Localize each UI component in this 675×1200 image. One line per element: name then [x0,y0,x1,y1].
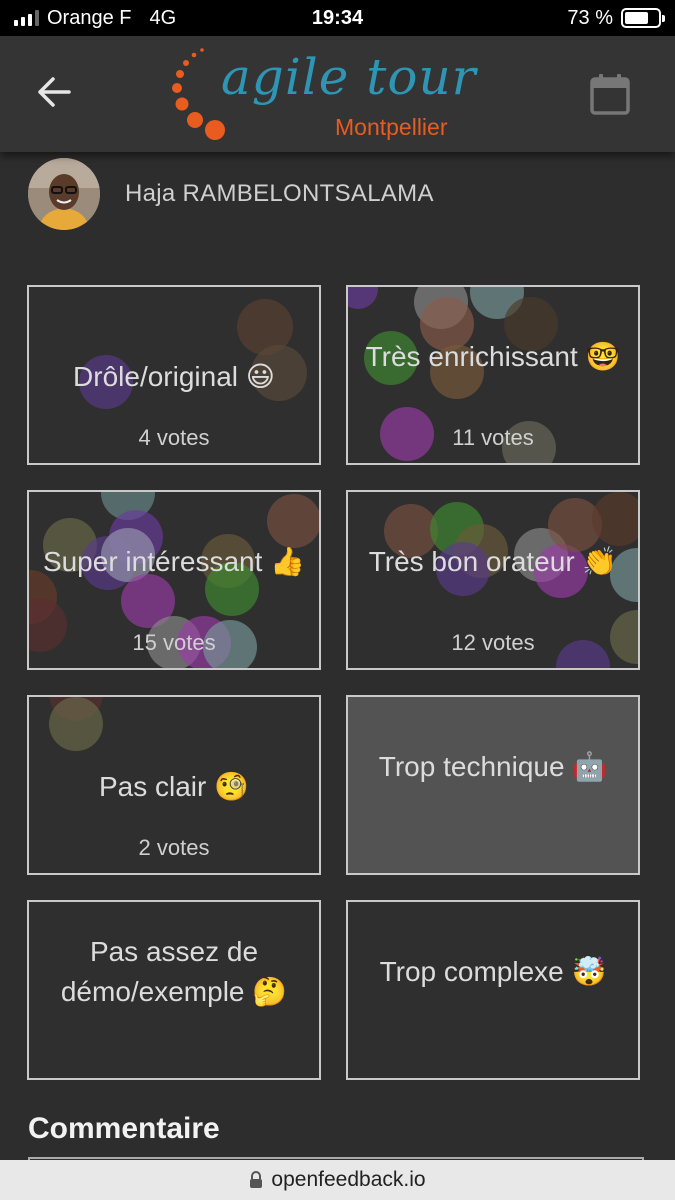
vote-label: Super intéressant 👍 [42,546,306,577]
vote-label: Drôle/original 😃 [73,361,275,392]
speaker-name: Haja RAMBELONTSALAMA [125,180,434,207]
vote-tile-drole-original[interactable]: Drôle/original 😃 4 votes [27,285,321,465]
logo-subtitle: Montpellier [335,114,448,140]
agile-tour-logo: agile tour Montpellier [165,44,477,144]
vote-tile-super-interessant[interactable]: Super intéressant 👍 15 votes [27,490,321,670]
comment-title: Commentaire [28,1112,220,1145]
status-bar: Orange F 4G 19:34 73 % [0,0,675,36]
vote-label: Très bon orateur 👏 [368,546,618,577]
battery-fill [625,12,649,24]
vote-count: 12 votes [451,630,535,655]
browser-url-bar[interactable]: openfeedback.io [0,1160,675,1200]
vote-tile-tres-enrichissant[interactable]: Très enrichissant 🤓 11 votes [346,285,640,465]
back-button[interactable] [30,70,78,114]
speaker-info: Haja RAMBELONTSALAMA [28,158,434,230]
network-type: 4G [149,6,177,29]
lock-icon [250,1171,263,1188]
arrow-left-icon [38,77,71,107]
vote-count: 4 votes [138,425,210,450]
vote-label: Pas clair 🧐 [98,771,249,802]
app-header: agile tour Montpellier [0,36,675,152]
battery-icon [621,8,665,28]
calendar-button[interactable] [584,68,636,120]
vote-label: Trop complexe 🤯 [379,956,607,987]
vote-count: 2 votes [138,835,210,860]
vote-count: 11 votes [452,425,534,450]
vote-label: Trop technique 🤖 [378,751,608,782]
vote-tile-tres-bon-orateur[interactable]: Très bon orateur 👏 12 votes [346,490,640,670]
logo-title: agile tour [221,48,477,106]
speaker-avatar [28,158,100,230]
vote-label: Pas assez de démo/exemple 🤔 [60,936,288,1007]
url-domain: openfeedback.io [271,1168,426,1191]
status-left: Orange F 4G [14,7,176,30]
battery-percent: 73 % [567,6,613,29]
signal-icon [14,10,39,26]
status-right: 73 % [567,6,665,30]
vote-label: Très enrichissant 🤓 [365,341,621,372]
calendar-icon [590,74,630,115]
vote-count: 15 votes [132,630,216,655]
vote-tile-pas-assez-de-demo[interactable]: Pas assez de démo/exemple 🤔 [27,900,321,1080]
page: Orange F 4G 19:34 73 % agile tour Montpe… [0,0,675,1200]
carrier-name: Orange F [47,6,132,29]
vote-tile-pas-clair[interactable]: Pas clair 🧐 2 votes [27,695,321,875]
vote-tile-trop-technique[interactable]: Trop technique 🤖 [346,695,640,875]
vote-tile-trop-complexe[interactable]: Trop complexe 🤯 [346,900,640,1080]
